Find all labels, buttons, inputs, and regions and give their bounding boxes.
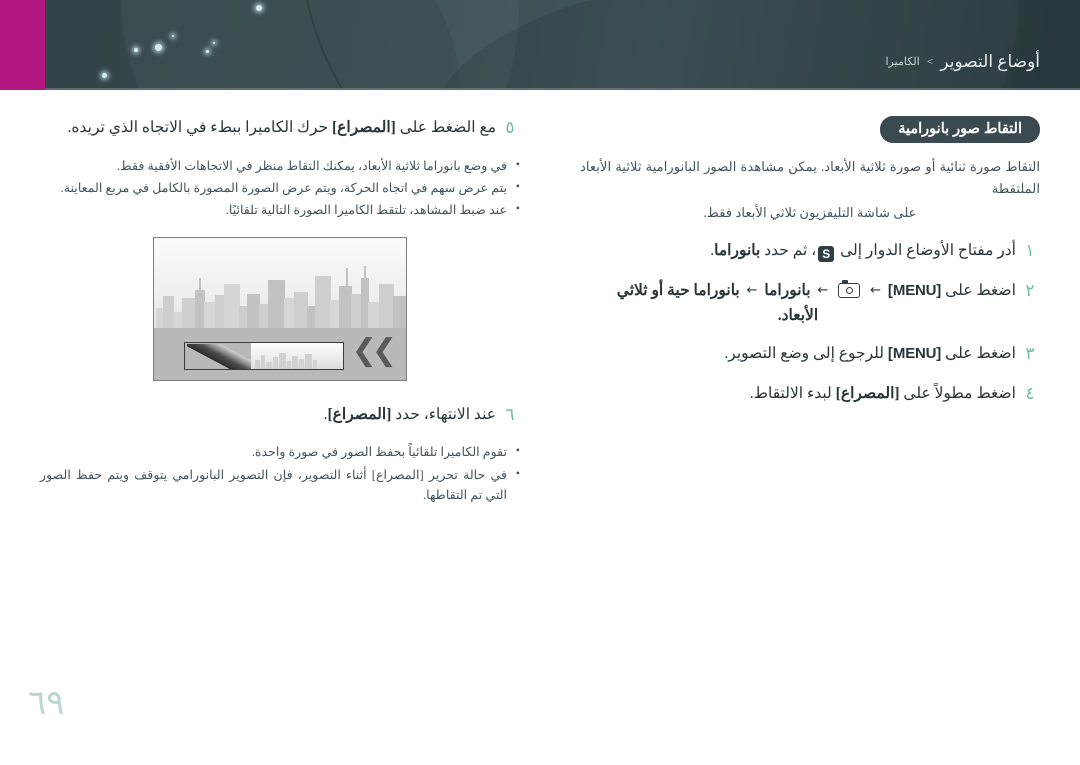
page-number: ٦٩ [28,683,65,723]
page-body: التقاط صور بانورامية التقاط صورة ثنائية … [0,90,1080,765]
step-3: ٣ اضغط على [MENU] للرجوع إلى وضع التصوير… [580,342,1040,368]
step-1-text: أدر مفتاح الأوضاع الدوار إلى S، ثم حدد ب… [580,239,1020,263]
sparkle-dot [102,73,107,78]
mini-skyline-building [292,355,299,369]
step-4-pre: اضغط مطولاً على [903,384,1016,402]
shutter-button-tag: [المصراع] [835,384,900,402]
step-5-text: مع الضغط على [المصراع] حرك الكاميرا ببطء… [40,116,500,140]
skyline-spire [346,267,348,328]
step-1-bold-term: بانوراما [714,242,761,260]
section-intro-line-1: التقاط صورة ثنائية أو صورة ثلاثية الأبعا… [580,159,1040,196]
step-6: ٦ عند الانتهاء، حدد [المصراع]. [40,403,520,429]
arrow-icon: ← [817,282,829,298]
progress-captured-preview [251,343,343,369]
arrow-icon: ← [746,282,758,298]
step-5-number: ٥ [505,118,515,138]
camera-icon [838,280,861,298]
mode-dial-s-icon: S [818,246,835,263]
mini-skyline-building [261,354,266,369]
list-item: يتم عرض سهم في اتجاه الحركة، ويتم عرض ال… [40,177,520,198]
step-1-post: ، ثم حدد [764,242,817,260]
sparkle-dot [213,42,215,44]
step-5: ٥ مع الضغط على [المصراع] حرك الكاميرا بب… [40,116,520,142]
sparkle-dot [172,35,174,37]
section-title-badge: التقاط صور بانورامية [880,116,1040,143]
brand-accent-bar [0,0,45,90]
breadcrumb-parent: الكاميرا [885,56,920,68]
breadcrumb-separator: > [926,56,934,68]
sparkle-dot [134,48,138,52]
list-item: عند ضبط المشاهد، تلتقط الكاميرا الصورة ا… [40,199,520,220]
mini-skyline-building [266,361,273,369]
step-4-text: اضغط مطولاً على [المصراع] لبدء الالتقاط. [580,382,1020,406]
step-2-number: ٢ [1025,280,1035,301]
step-2-text: اضغط على [MENU] ← ← بانوراما ← بانوراما … [580,279,1020,329]
mini-skyline-building [299,358,305,369]
step-5-pre: مع الضغط على [399,119,496,136]
skyline-building [163,295,174,328]
step-6-pre: عند الانتهاء، حدد [395,405,496,423]
step-1-pre: أدر مفتاح الأوضاع الدوار إلى [840,242,1016,260]
step-2-line-2: الأبعاد. [777,306,819,324]
step-3-pre: اضغط على [945,345,1016,363]
sparkle-dot [155,44,162,51]
left-column: ٥ مع الضغط على [المصراع] حرك الكاميرا بب… [0,90,560,519]
breadcrumb-current: أوضاع التصوير [940,52,1040,71]
list-item: في وضع بانوراما ثلاثية الأبعاد، يمكنك ال… [40,154,520,176]
step-2: ٢ اضغط على [MENU] ← ← بانوراما ← بانورام… [580,279,1040,329]
step-3-post: للرجوع إلى وضع التصوير. [724,345,885,363]
skyline-spire [199,277,201,328]
step-5-notes: في وضع بانوراما ثلاثية الأبعاد، يمكنك ال… [40,154,520,221]
mini-skyline-building [305,353,313,369]
page-banner: أوضاع التصوير > الكاميرا [0,0,1080,90]
step-4-post: لبدء الالتقاط. [749,384,832,402]
step-6-notes: تقوم الكاميرا تلقائياً بحفظ الصور في صور… [40,441,520,506]
shutter-button-tag: [المصراع] [331,119,396,136]
direction-chevron-icon: ❯❯ [351,332,397,368]
step-2-menu-item-1: بانوراما [764,281,811,299]
menu-button-tag: [MENU] [887,281,942,299]
skyline-building [393,295,406,328]
list-item: في حالة تحرير [المصراع] أثناء التصوير، ف… [40,464,520,506]
step-6-number: ٦ [505,404,515,425]
panorama-progress-fill [251,342,343,369]
step-3-text: اضغط على [MENU] للرجوع إلى وضع التصوير. [580,342,1020,366]
arrow-icon: ← [870,282,882,298]
sparkle-dot [206,50,209,53]
shutter-button-tag: [المصراع] [327,405,392,423]
panorama-preview-illustration: ❯❯ [153,236,407,381]
step-2-pre: اضغط على [945,281,1016,299]
step-1-number: ١ [1025,241,1035,262]
skyline-building [182,297,196,328]
section-header-row: التقاط صور بانورامية [580,90,1040,156]
sparkle-dot [256,5,262,11]
skyline-building [268,279,285,328]
mini-skyline-building [279,352,287,369]
banner-decoration-swoosh-4 [0,0,460,90]
panorama-progress-frame [184,341,344,370]
skyline-building [294,291,308,328]
skyline-building [379,283,394,328]
step-1: ١ أدر مفتاح الأوضاع الدوار إلى S، ثم حدد… [580,239,1040,265]
skyline-building [315,275,331,328]
mini-skyline-building [273,356,279,369]
step-4-number: ٤ [1025,383,1035,404]
section-intro-line-2: على شاشة التليفزيون ثلاثي الأبعاد فقط. [703,204,917,220]
menu-button-tag: [MENU] [887,345,942,363]
skyline-building [224,283,240,328]
right-column: التقاط صور بانورامية التقاط صورة ثنائية … [580,90,1080,421]
panorama-sweep-indicator [187,343,251,369]
skyline-spire [364,265,366,328]
mini-skyline-building [287,360,292,369]
step-2-menu-item-2: بانوراما حية أو ثلاثي [616,281,740,299]
mini-skyline-building [313,359,318,369]
step-4: ٤ اضغط مطولاً على [المصراع] لبدء الالتقا… [580,382,1040,408]
step-6-text: عند الانتهاء، حدد [المصراع]. [40,403,500,427]
breadcrumb: أوضاع التصوير > الكاميرا [886,52,1041,72]
list-item: تقوم الكاميرا تلقائياً بحفظ الصور في صور… [40,441,520,462]
step-3-number: ٣ [1025,344,1035,365]
mini-skyline-building [255,359,261,369]
step-5-post: حرك الكاميرا ببطء في الاتجاه الذي تريده. [67,119,329,136]
